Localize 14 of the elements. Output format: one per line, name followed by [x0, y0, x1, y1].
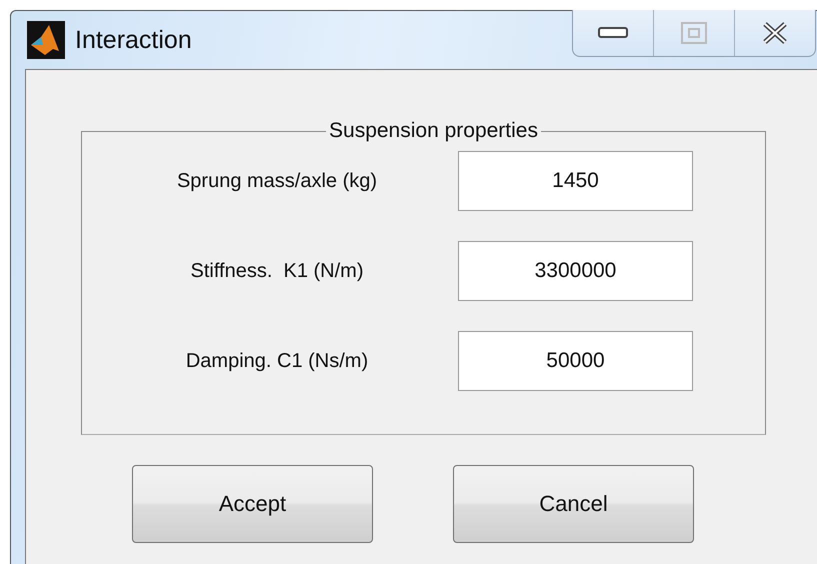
minimize-icon: [598, 27, 628, 39]
input-field[interactable]: 3300000: [458, 241, 693, 301]
dialog-button[interactable]: Accept: [132, 465, 373, 543]
app-logo-icon: [27, 21, 65, 59]
window-title: Interaction: [75, 26, 192, 54]
close-icon: [762, 22, 788, 44]
field-label: Sprung mass/axle (kg): [176, 170, 378, 192]
field-label: Damping. C1 (Ns/m): [184, 350, 370, 372]
input-field[interactable]: 1450: [458, 151, 693, 211]
dialog-button[interactable]: Cancel: [453, 465, 694, 543]
maximize-icon: [681, 22, 707, 44]
input-field[interactable]: 50000: [458, 331, 693, 391]
group-title: Suspension properties: [328, 119, 539, 143]
field-label: Stiffness. K1 (N/m): [189, 260, 364, 282]
